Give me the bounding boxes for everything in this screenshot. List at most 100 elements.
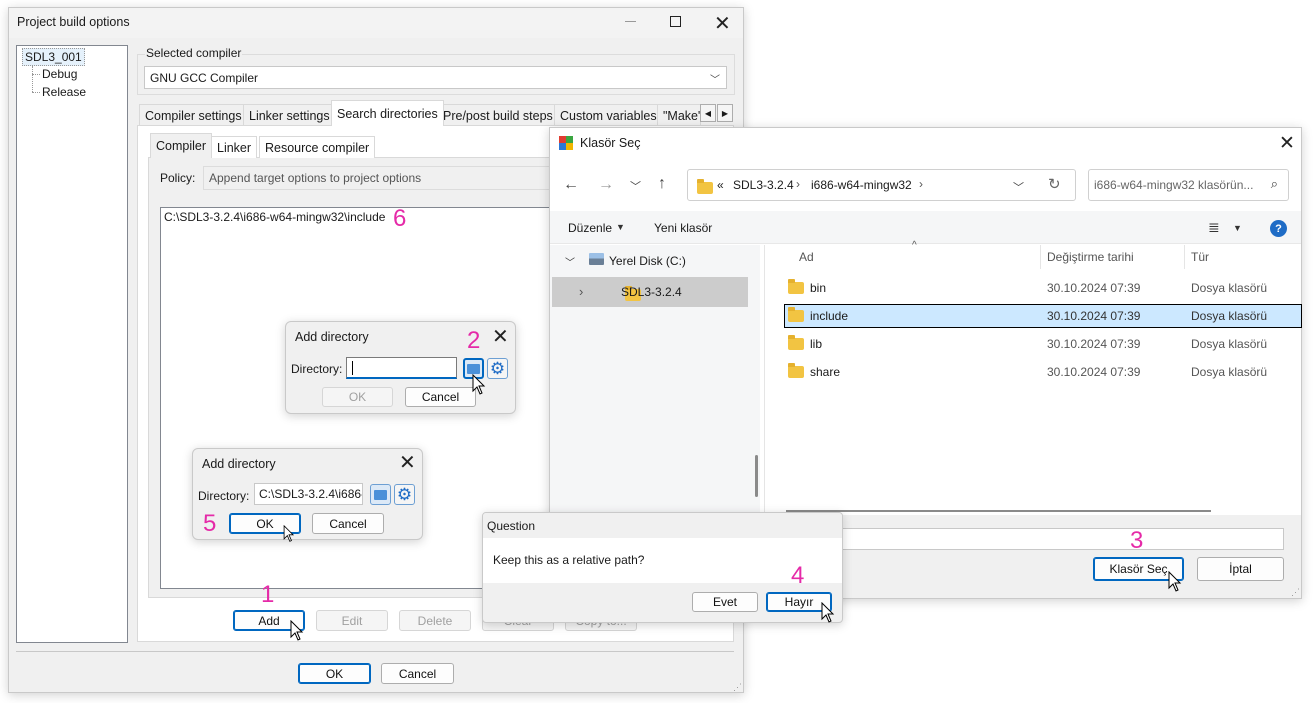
resize-grip-icon: ⋰ [1291,587,1300,597]
close-icon[interactable]: ✕ [714,11,731,36]
search-placeholder: i686-w64-mingw32 klasörün... [1094,178,1254,192]
delete-button[interactable]: Delete [399,610,471,631]
search-input[interactable]: i686-w64-mingw32 klasörün... ⌕ [1088,169,1289,201]
cancel-button[interactable]: Cancel [381,663,454,684]
step-number-4: 4 [791,562,805,589]
question-title-bar: Question [483,513,842,538]
column-date[interactable]: Değiştirme tarihi [1047,250,1134,264]
tab-pre-post-build[interactable]: Pre/post build steps [437,104,559,126]
nav-scrollbar[interactable] [755,455,758,497]
recent-chevron-icon[interactable]: ﹀ [630,178,641,194]
column-name[interactable]: Ad [799,250,814,264]
add-directory-title: Add directory [295,330,369,344]
up-arrow-icon[interactable]: ↑ [658,175,666,193]
file-row[interactable]: share 30.10.2024 07:39 Dosya klasörü [784,360,1302,384]
pane-splitter[interactable] [764,245,765,513]
new-folder-button[interactable]: Yeni klasör [654,221,712,235]
collapse-chevron-icon[interactable]: › [579,284,583,299]
view-dropdown-icon[interactable]: ▼ [1233,223,1242,233]
subtab-resource-compiler[interactable]: Resource compiler [259,136,376,158]
subtab-linker[interactable]: Linker [211,136,258,158]
bottom-divider [16,651,734,652]
policy-select[interactable]: Append target options to project options [203,166,563,190]
app-icon [559,136,573,150]
file-type: Dosya klasörü [1191,365,1268,379]
ok-button[interactable]: OK [322,387,393,407]
add-directory-title: Add directory [202,457,276,471]
breadcrumb-item-sdl3[interactable]: SDL3-3.2.4 [733,178,794,192]
directory-label: Directory: [198,489,250,503]
cancel-button[interactable]: Cancel [312,513,384,534]
directory-entry[interactable]: C:\SDL3-3.2.4\i686-w64-mingw32\include [164,210,385,224]
yes-button[interactable]: Evet [692,592,758,612]
question-title: Question [487,519,536,533]
file-type: Dosya klasörü [1191,337,1268,351]
folder-open-icon [467,363,480,374]
text-caret [352,360,353,375]
chevron-down-icon: ﹀ [710,75,720,86]
folder-icon [788,307,804,322]
tab-scroll-left[interactable]: ◀ [700,104,716,122]
step-number-6: 6 [393,205,407,232]
view-options-icon[interactable]: ≣ [1208,219,1220,236]
nav-item-local-disk[interactable]: Yerel Disk (C:) [609,254,686,268]
policy-select-value: Append target options to project options [209,171,422,185]
tree-item-project[interactable]: SDL3_001 [22,48,85,66]
cancel-button[interactable]: Cancel [405,387,476,407]
tree-connector [32,74,40,75]
tab-make[interactable]: "Make" [657,104,701,126]
folder-icon [788,363,804,378]
forward-arrow-icon[interactable]: → [598,176,614,194]
tab-custom-variables[interactable]: Custom variables [554,104,663,126]
edit-button[interactable]: Edit [316,610,388,631]
folder-name-input[interactable] [820,528,1284,550]
folder-icon [788,279,804,294]
expand-chevron-icon[interactable]: ﹀ [565,254,575,269]
nav-item-sdl3[interactable]: SDL3-3.2.4 [621,285,682,299]
tree-item-debug[interactable]: Debug [42,67,77,81]
compiler-select[interactable]: GNU GCC Compiler ﹀ [144,66,727,89]
tab-linker-settings[interactable]: Linker settings [243,104,336,126]
maximize-icon[interactable] [670,16,681,27]
step-number-3: 3 [1130,527,1144,554]
ok-button[interactable]: OK [298,663,371,684]
close-icon[interactable]: ✕ [1279,132,1295,155]
organize-menu[interactable]: Düzenle [568,221,612,235]
column-type[interactable]: Tür [1191,250,1209,264]
file-row-selected[interactable]: include 30.10.2024 07:39 Dosya klasörü [784,304,1302,328]
folder-icon [697,178,713,194]
close-icon[interactable]: ✕ [399,453,416,473]
horizontal-scrollbar[interactable] [786,510,1211,512]
file-row[interactable]: lib 30.10.2024 07:39 Dosya klasörü [784,332,1302,356]
back-arrow-icon[interactable]: ← [563,176,579,194]
breadcrumb-item-mingw[interactable]: i686-w64-mingw32 [811,178,912,192]
settings-button[interactable]: ⚙ [487,358,508,379]
step-number-5: 5 [203,510,217,537]
gear-icon: ⚙ [396,485,413,504]
directory-input-filled[interactable]: C:\SDL3-3.2.4\i686- [254,483,363,505]
file-type: Dosya klasörü [1191,281,1268,295]
address-dropdown-icon[interactable]: ﹀ [1013,179,1024,195]
tab-compiler-settings[interactable]: Compiler settings [139,104,248,126]
policy-label: Policy: [160,171,196,185]
title-bar: Project build options ✕ [9,8,743,38]
browse-folder-button[interactable] [370,484,391,505]
tab-scroll-right[interactable]: ▶ [717,104,733,122]
file-name: share [810,365,841,379]
close-icon[interactable]: ✕ [492,327,509,347]
tree-item-release[interactable]: Release [42,85,86,99]
file-row[interactable]: bin 30.10.2024 07:39 Dosya klasörü [784,276,1302,300]
folder-icon [788,335,804,350]
tab-search-directories[interactable]: Search directories [331,100,444,126]
refresh-icon[interactable]: ↻ [1048,175,1061,193]
directory-label: Directory: [291,362,343,376]
file-name: bin [810,281,827,295]
subtab-compiler[interactable]: Compiler [150,133,213,158]
cancel-folder-button[interactable]: İptal [1197,557,1284,581]
settings-button[interactable]: ⚙ [394,484,415,505]
help-icon[interactable]: ? [1270,220,1287,237]
folder-open-icon [374,489,387,500]
minimize-icon[interactable] [625,21,636,22]
breadcrumb-overflow[interactable]: « [717,178,724,192]
directory-input-empty[interactable] [346,357,457,379]
